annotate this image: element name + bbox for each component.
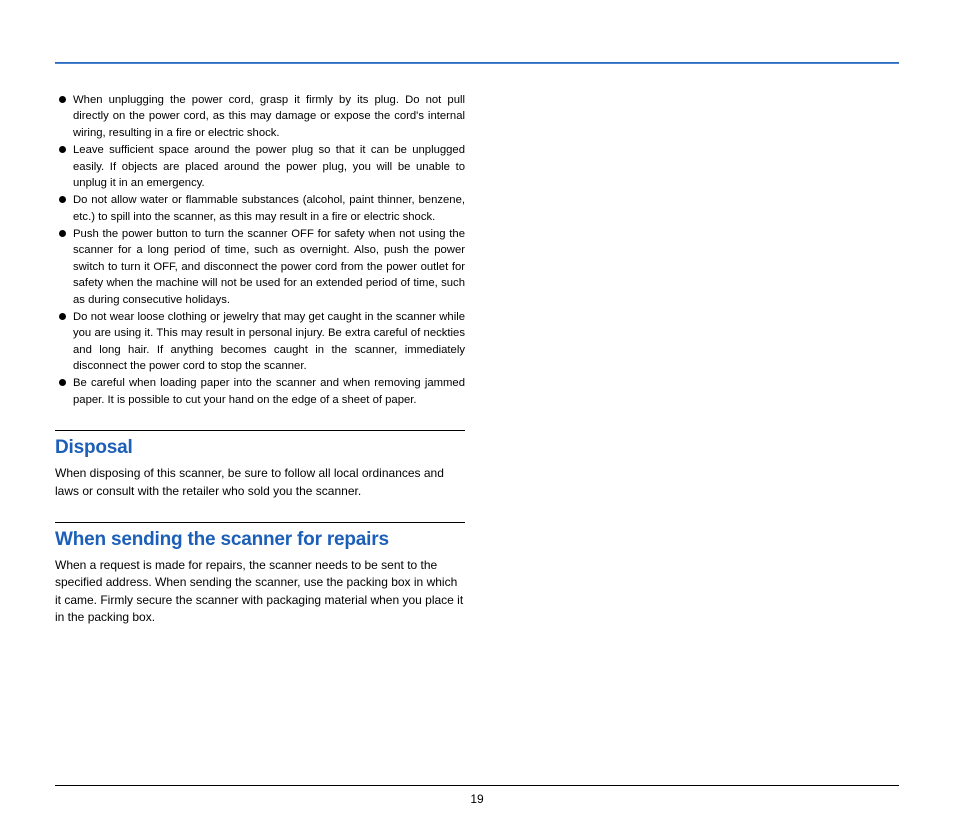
list-item: Leave sufficient space around the power … xyxy=(73,142,465,191)
list-item: Push the power button to turn the scanne… xyxy=(73,226,465,308)
section-divider xyxy=(55,522,465,523)
list-item: When unplugging the power cord, grasp it… xyxy=(73,92,465,141)
list-item: Be careful when loading paper into the s… xyxy=(73,375,465,408)
list-item: Do not wear loose clothing or jewelry th… xyxy=(73,309,465,375)
content-column: When unplugging the power cord, grasp it… xyxy=(55,92,465,626)
page-number: 19 xyxy=(0,792,954,806)
disposal-body: When disposing of this scanner, be sure … xyxy=(55,465,465,500)
repairs-body: When a request is made for repairs, the … xyxy=(55,557,465,627)
repairs-heading: When sending the scanner for repairs xyxy=(55,529,465,551)
list-item: Do not allow water or flammable substanc… xyxy=(73,192,465,225)
safety-bullet-list: When unplugging the power cord, grasp it… xyxy=(55,92,465,408)
section-divider xyxy=(55,430,465,431)
page-wrapper: When unplugging the power cord, grasp it… xyxy=(0,0,954,626)
top-horizontal-rule xyxy=(55,62,899,64)
disposal-heading: Disposal xyxy=(55,437,465,459)
footer-horizontal-rule xyxy=(55,785,899,786)
